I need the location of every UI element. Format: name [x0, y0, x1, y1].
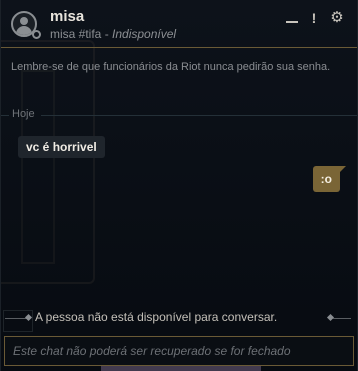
day-separator-rule: [41, 115, 357, 116]
minimize-icon: [286, 21, 298, 23]
day-separator-rule-left: [1, 115, 9, 116]
status-indicator: [32, 30, 41, 39]
message-input[interactable]: Este chat não poderá ser recuperado se f…: [4, 336, 354, 366]
outgoing-message: :o: [312, 166, 340, 192]
settings-gear-icon[interactable]: ⚙: [328, 9, 346, 27]
day-separator-label: Hoje: [12, 108, 35, 120]
unavailable-notice: A pessoa não está disponível para conver…: [35, 310, 278, 324]
incoming-message: vc é horrivel: [18, 136, 105, 158]
avatar-body-shape: [16, 26, 32, 35]
unavailable-rule-right: [333, 318, 351, 319]
contact-tag: misa #tifa: [50, 27, 102, 41]
outgoing-message-tail: [340, 166, 346, 172]
unavailable-notice-row: A pessoa não está disponível para conver…: [1, 308, 357, 328]
report-button[interactable]: !: [305, 9, 323, 27]
chat-window: misa misa #tifa - Indisponível ! ⚙ Lembr…: [0, 0, 358, 371]
background-art-strip: [101, 366, 261, 371]
contact-status: Indisponível: [112, 27, 177, 41]
subline-separator: -: [101, 27, 113, 41]
security-notice: Lembre-se de que funcionários da Riot nu…: [11, 61, 331, 73]
day-separator: Hoje: [1, 107, 357, 123]
contact-name: misa: [50, 8, 85, 25]
contact-subline: misa #tifa - Indisponível: [50, 27, 176, 41]
diamond-left-icon: [24, 313, 33, 322]
minimize-button[interactable]: [283, 9, 301, 27]
background-emblem-bar: [21, 70, 55, 264]
chat-header: misa misa #tifa - Indisponível ! ⚙: [1, 0, 357, 48]
avatar-head-shape: [20, 17, 28, 25]
